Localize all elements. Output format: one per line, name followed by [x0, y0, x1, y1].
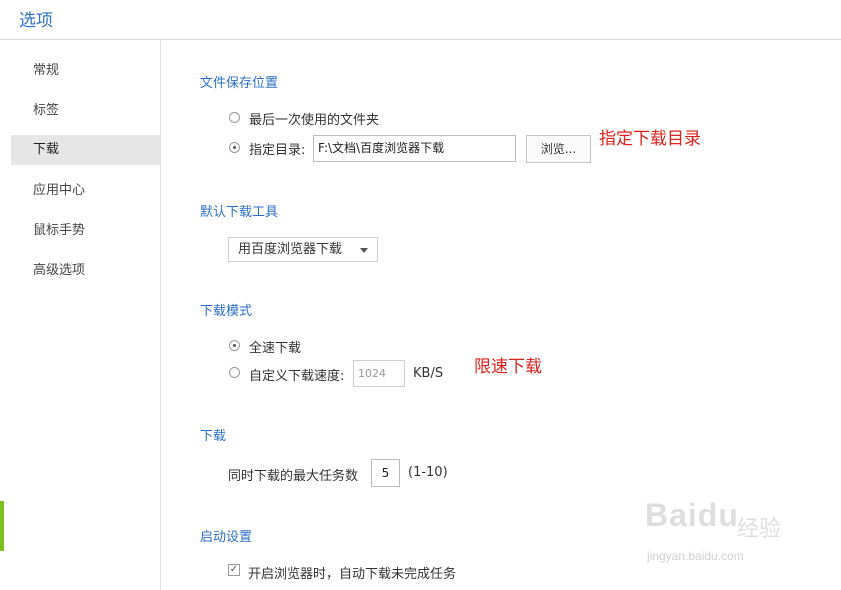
options-title: 选项	[19, 11, 53, 31]
section-title-save-location: 文件保存位置	[200, 76, 279, 91]
watermark-url: jingyan.baidu.com	[647, 549, 744, 563]
label-last-folder: 最后一次使用的文件夹	[249, 113, 380, 128]
speed-unit-label: KB/S	[413, 366, 444, 381]
active-indicator-bar	[0, 501, 4, 551]
section-title-download-mode: 下载模式	[200, 304, 253, 319]
window-header: 选项	[0, 0, 841, 40]
annotation-limit-speed: 限速下载	[474, 357, 542, 377]
label-full-speed: 全速下载	[249, 341, 302, 356]
max-tasks-range: (1-10)	[408, 465, 448, 480]
max-tasks-input[interactable]: 5	[371, 459, 400, 487]
sidebar-item-download[interactable]: 下载	[11, 135, 160, 165]
max-tasks-label: 同时下载的最大任务数	[228, 469, 359, 484]
speed-limit-input[interactable]: 1024	[353, 360, 405, 387]
section-title-default-tool: 默认下载工具	[200, 205, 279, 220]
section-title-download: 下载	[200, 429, 227, 444]
annotation-specify-dir: 指定下载目录	[599, 129, 701, 149]
radio-specify-dir[interactable]	[229, 142, 240, 153]
auto-resume-label: 开启浏览器时，自动下载未完成任务	[248, 567, 457, 582]
label-custom-speed: 自定义下载速度:	[249, 369, 345, 384]
sidebar-item-general[interactable]: 常规	[11, 56, 160, 86]
sidebar-item-advanced[interactable]: 高级选项	[11, 256, 160, 286]
section-title-startup: 启动设置	[200, 530, 253, 545]
radio-full-speed[interactable]	[229, 340, 240, 351]
auto-resume-checkbox[interactable]: ✓	[228, 564, 240, 576]
sidebar-item-app-center[interactable]: 应用中心	[11, 176, 160, 206]
sidebar-item-tabs[interactable]: 标签	[11, 96, 160, 126]
sidebar-item-mouse-gestures[interactable]: 鼠标手势	[11, 216, 160, 246]
baidu-jingyan-watermark: Baidu 经验 jingyan.baidu.com	[645, 497, 795, 572]
download-tool-select[interactable]: 用百度浏览器下载	[228, 237, 378, 262]
radio-last-folder[interactable]	[229, 112, 240, 123]
browse-button[interactable]: 浏览...	[526, 135, 591, 163]
download-path-input[interactable]: F:\文档\百度浏览器下载	[313, 135, 516, 162]
radio-custom-speed[interactable]	[229, 367, 240, 378]
chevron-down-icon	[360, 248, 368, 253]
baidu-logo: Baidu	[645, 497, 739, 533]
download-tool-select-value: 用百度浏览器下载	[238, 242, 343, 257]
label-specify-dir: 指定目录:	[249, 143, 306, 158]
jingyan-logo-text: 经验	[737, 517, 782, 542]
